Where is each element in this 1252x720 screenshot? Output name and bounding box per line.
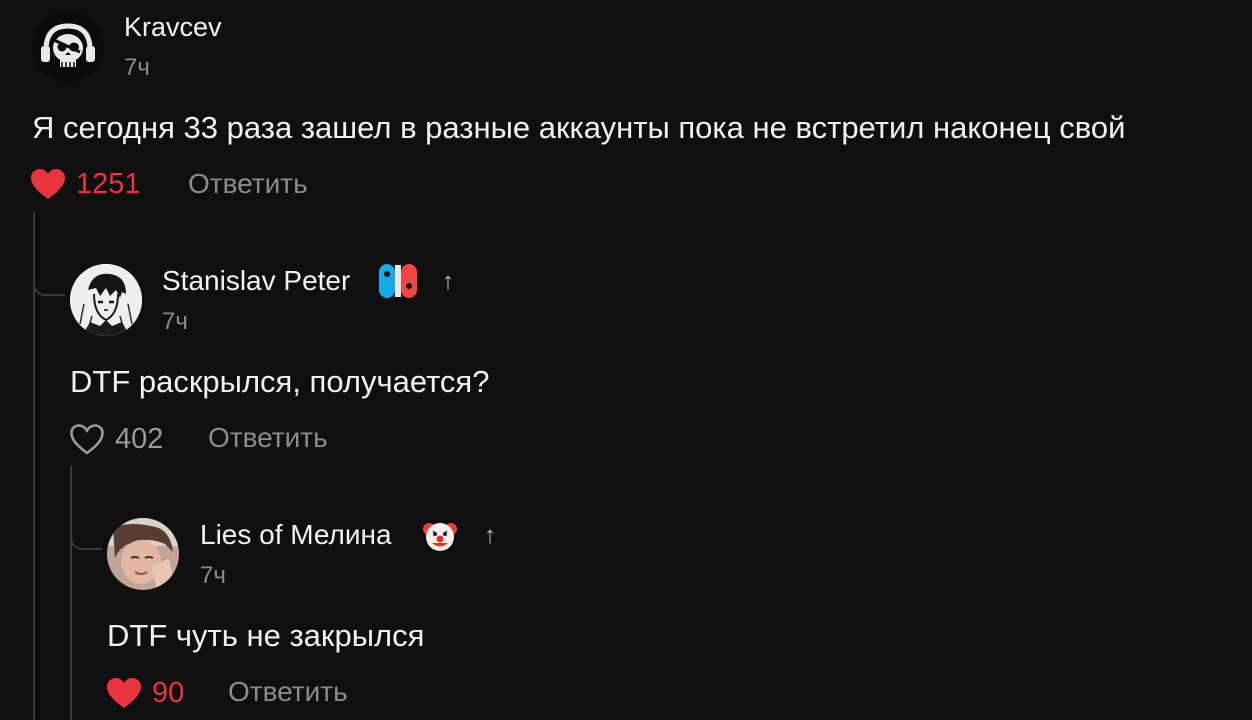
reply-button[interactable]: Ответить (228, 678, 348, 706)
heart-filled-icon (31, 169, 65, 199)
like-button[interactable]: 1251 (30, 168, 141, 200)
reply-button[interactable]: Ответить (188, 170, 308, 198)
like-button[interactable]: 90 (106, 677, 184, 709)
like-count: 1251 (76, 167, 141, 200)
like-count: 402 (115, 422, 164, 455)
like-button[interactable]: 402 (69, 423, 163, 455)
heart-filled-icon (107, 678, 141, 708)
like-count: 90 (152, 676, 185, 709)
skull-pirate-headphones-icon (32, 10, 104, 82)
thread-branch-level1 (33, 250, 65, 296)
avatar[interactable] (107, 518, 179, 590)
author-name[interactable]: Kravcev (124, 14, 222, 41)
timestamp: 7ч (124, 54, 150, 81)
reply-button[interactable]: Ответить (208, 424, 328, 452)
author-name[interactable]: Stanislav Peter (162, 267, 350, 295)
nintendo-switch-icon (378, 263, 418, 304)
avatar[interactable] (32, 10, 104, 82)
comment-text: Я сегодня 33 раза зашел в разные аккаунт… (32, 110, 1126, 145)
heart-outline-icon (70, 424, 104, 455)
sketch-portrait-avatar (70, 264, 142, 336)
author-name[interactable]: Lies of Мелина (200, 521, 392, 549)
avatar[interactable] (70, 264, 142, 336)
photo-avatar (107, 518, 179, 590)
clown-face-emoji-icon (422, 519, 458, 558)
comment-text: DTF чуть не закрылся (107, 618, 425, 653)
comment-text: DTF раскрылся, получается? (70, 364, 490, 399)
timestamp: 7ч (200, 562, 226, 589)
thread-branch-level2 (70, 504, 102, 550)
parent-arrow-icon[interactable]: ↑ (484, 524, 496, 548)
timestamp: 7ч (162, 308, 188, 335)
parent-arrow-icon[interactable]: ↑ (442, 270, 454, 294)
